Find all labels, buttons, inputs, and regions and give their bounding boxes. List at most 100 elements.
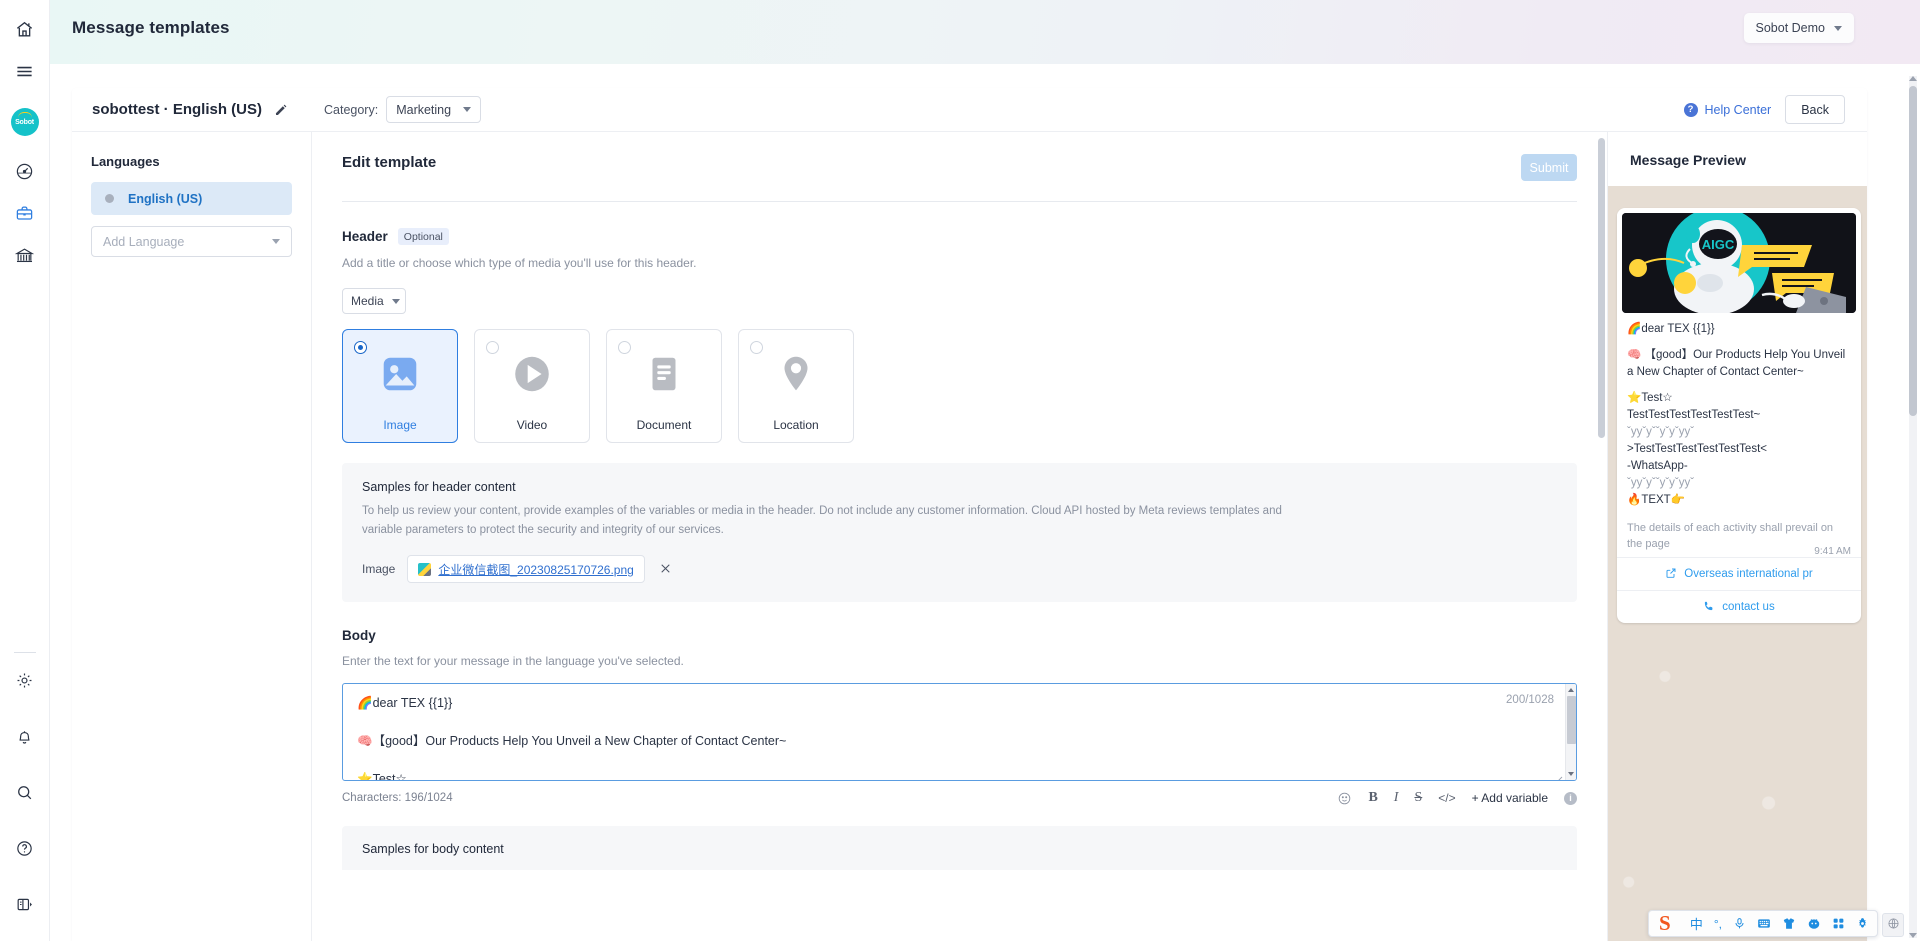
bold-button[interactable]: B [1368,790,1377,806]
back-button[interactable]: Back [1785,95,1845,124]
body-line: 🧠【good】Our Products Help You Unveil a Ne… [357,734,787,748]
file-kind-label: Image [362,562,396,577]
submit-button[interactable]: Submit [1521,154,1577,181]
header-section-title: Header [342,229,388,244]
ime-toolbar: S 中 °, [1647,910,1878,937]
strikethrough-button[interactable]: S [1414,790,1422,806]
header-sample-file-row: Image 企业微信截图_20230825170726.png [362,555,1557,584]
emoji-icon[interactable] [1337,791,1352,806]
card-header: sobottest · English (US) Category: Marke… [72,88,1867,132]
preview-timestamp: 9:41 AM [1814,545,1851,557]
chevron-down-icon [391,298,400,304]
ime-settings-icon[interactable] [1856,917,1869,930]
rail-divider [13,652,36,653]
bell-icon[interactable] [0,715,50,757]
scroll-down-icon[interactable] [1909,933,1917,938]
divider [342,201,1577,202]
resize-handle[interactable] [1555,771,1563,781]
ime-keyboard-icon[interactable] [1757,917,1771,930]
media-card-image[interactable]: Image [342,329,458,443]
ime-logo[interactable]: S [1653,912,1677,936]
media-type-select[interactable]: Media [342,288,406,314]
scroll-down-icon[interactable] [1568,772,1574,777]
preview-block-line: ⭐Test☆ [1627,392,1673,405]
message-preview-title: Message Preview [1630,152,1746,168]
media-card-image-label: Image [383,418,417,432]
preview-image-badge-text: AIGC [1702,237,1735,252]
card-body: Languages English (US) Add Language Edit… [72,132,1867,941]
media-type-cards: Image Video Document Location [342,329,1577,443]
app-root: Sobot Message templates Sobot Demo sobot… [0,0,1920,941]
preview-body: 🌈dear TEX {{1}} 🧠 【good】Our Products Hel… [1617,313,1861,521]
body-section-description: Enter the text for your message in the l… [342,654,684,669]
preview-button-phone[interactable]: contact us [1617,590,1861,623]
body-textarea[interactable]: 🌈dear TEX {{1}} 🧠【good】Our Products Help… [342,683,1577,782]
menu-icon[interactable] [0,50,50,92]
ime-emoji-icon[interactable] [1807,917,1821,930]
language-item-english-us[interactable]: English (US) [91,182,292,215]
pencil-icon[interactable] [274,103,288,117]
header-samples-title: Samples for header content [362,480,516,494]
page-scrollbar[interactable] [1909,76,1917,938]
body-toolbar: Characters: 196/1024 B I S </> + Add var… [342,790,1577,806]
file-thumbnail-icon [418,562,432,576]
scroll-up-icon[interactable] [1568,688,1574,693]
media-card-video[interactable]: Video [474,329,590,443]
radio-location[interactable] [750,341,763,354]
add-variable-button[interactable]: + Add variable [1472,791,1548,805]
top-bar: Message templates Sobot Demo [50,0,1920,64]
briefcase-icon[interactable] [0,192,50,234]
template-editor-card: sobottest · English (US) Category: Marke… [72,88,1867,941]
chevron-down-icon [463,107,472,112]
preview-paragraph: 🌈dear TEX {{1}} [1627,323,1715,335]
close-icon[interactable] [657,560,674,579]
scrollbar-thumb[interactable] [1598,138,1605,438]
media-type-value: Media [351,294,384,308]
search-icon[interactable] [0,771,50,813]
bank-icon[interactable] [0,234,50,276]
home-icon[interactable] [0,8,50,50]
scrollbar-thumb[interactable] [1909,86,1917,416]
help-center-label: Help Center [1704,102,1772,117]
preview-block-line: >TestTestTestTestTestTest< [1627,443,1767,456]
languages-title: Languages [91,154,160,169]
status-dot-icon [105,194,114,203]
info-icon[interactable]: i [1564,791,1577,805]
panel-toggle-icon[interactable] [0,883,50,925]
ime-voice-icon[interactable] [1733,917,1746,930]
radio-image[interactable] [354,341,367,354]
radio-video[interactable] [486,341,499,354]
preview-block-line: TestTestTestTestTestTest~ [1627,409,1761,422]
edit-template-column: Edit template Submit Header Optional Add… [312,132,1607,941]
body-line: 🌈dear TEX {{1}} [357,696,453,711]
body-samples-box: Samples for body content [342,826,1577,871]
ime-tray-globe[interactable] [1882,913,1904,937]
add-language-select[interactable]: Add Language [91,226,292,257]
preview-button-phone-label: contact us [1722,601,1775,614]
category-select[interactable]: Marketing [386,96,482,123]
preview-block-line: ˇууˇуˇˇуˇуˇууˇ [1627,426,1695,439]
preview-button-url-label: Overseas international pr [1684,568,1813,581]
help-center-link[interactable]: ? Help Center [1683,102,1772,117]
dashboard-icon[interactable] [0,150,50,192]
radio-document[interactable] [618,341,631,354]
app-logo[interactable]: Sobot [10,108,39,136]
textarea-scrollbar[interactable] [1565,684,1576,781]
ime-punctuation[interactable]: °, [1714,917,1722,931]
scroll-up-icon[interactable] [1909,76,1917,81]
languages-panel: Languages English (US) Add Language [72,132,312,941]
code-button[interactable]: </> [1438,791,1455,805]
editor-scrollbar[interactable] [1598,132,1605,941]
preview-button-url[interactable]: Overseas international pr [1617,557,1861,590]
scrollbar-thumb[interactable] [1567,696,1576,745]
ime-skin-icon[interactable] [1782,917,1796,930]
media-card-document[interactable]: Document [606,329,722,443]
ime-apps-icon[interactable] [1832,917,1845,930]
media-card-location[interactable]: Location [738,329,854,443]
tenant-switcher[interactable]: Sobot Demo [1743,13,1854,43]
uploaded-file-chip[interactable]: 企业微信截图_20230825170726.png [407,555,645,584]
italic-button[interactable]: I [1394,790,1399,806]
ime-chinese-mode[interactable]: 中 [1690,914,1703,933]
help-icon[interactable] [0,827,50,869]
gear-icon[interactable] [0,659,50,701]
